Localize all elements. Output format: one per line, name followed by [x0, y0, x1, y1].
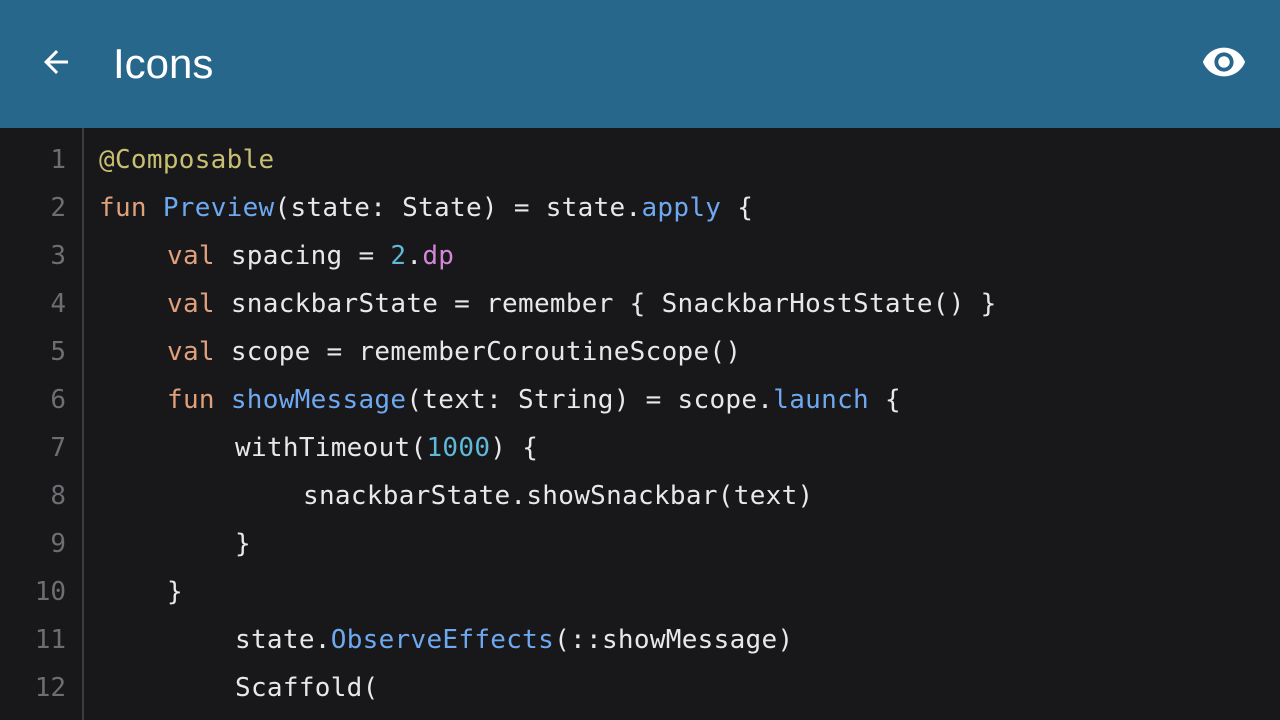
- code-token: @Composable: [99, 145, 275, 175]
- code-line[interactable]: snackbarState.showSnackbar(text): [303, 472, 814, 520]
- line-number: 3: [50, 241, 66, 271]
- arrow-back-icon: [38, 44, 74, 85]
- preview-button[interactable]: [1196, 36, 1252, 92]
- page-title: Icons: [113, 40, 214, 87]
- code-token: fun: [99, 193, 163, 223]
- code-token: 2: [390, 241, 407, 271]
- code-token: spacing =: [230, 241, 391, 271]
- line-number: 4: [50, 289, 66, 319]
- code-line[interactable]: fun showMessage(text: String) = scope.la…: [167, 376, 901, 424]
- code-token: val: [167, 289, 231, 319]
- code-token: {: [721, 193, 754, 223]
- code-line[interactable]: }: [235, 520, 251, 568]
- line-number: 8: [50, 481, 66, 511]
- code-token: {: [869, 385, 901, 415]
- line-number: 1: [50, 145, 66, 175]
- code-token: ObserveEffects: [330, 625, 555, 655]
- code-line[interactable]: fun Preview(state: State) = state.apply …: [99, 184, 753, 232]
- code-token: (text: String) = scope.: [406, 385, 774, 415]
- code-token: Preview: [162, 193, 275, 223]
- code-token: (::showMessage): [554, 625, 794, 655]
- code-token: Scaffold(: [235, 673, 379, 703]
- code-line[interactable]: val snackbarState = remember { SnackbarH…: [167, 280, 997, 328]
- code-line[interactable]: state.ObserveEffects(::showMessage): [235, 616, 793, 664]
- code-token: 1000: [426, 433, 491, 463]
- top-app-bar: Icons: [0, 0, 1280, 128]
- code-line[interactable]: Scaffold(: [235, 664, 379, 712]
- code-token: apply: [641, 193, 722, 223]
- code-token: .: [406, 241, 423, 271]
- line-number: 9: [50, 529, 66, 559]
- code-token: scope = rememberCoroutineScope(): [230, 337, 742, 367]
- code-line[interactable]: val spacing = 2.dp: [167, 232, 454, 280]
- code-line[interactable]: @Composable: [99, 136, 275, 184]
- line-number: 7: [50, 433, 66, 463]
- line-number: 2: [50, 193, 66, 223]
- code-token: }: [235, 529, 251, 559]
- line-number: 5: [50, 337, 66, 367]
- line-number: 6: [50, 385, 66, 415]
- code-token: val: [167, 337, 231, 367]
- code-token: dp: [422, 241, 455, 271]
- code-token: snackbarState.showSnackbar(text): [303, 481, 814, 511]
- code-line[interactable]: withTimeout(1000) {: [235, 424, 538, 472]
- line-number: 10: [34, 577, 66, 607]
- line-number-gutter: 1 2 3 4 5 6 7 8 9 10 11 12: [0, 128, 84, 720]
- code-token: state.: [235, 625, 331, 655]
- eye-icon: [1201, 39, 1247, 90]
- code-token: val: [167, 241, 231, 271]
- code-token: withTimeout(: [235, 433, 427, 463]
- code-token: launch: [773, 385, 869, 415]
- code-token: showMessage: [230, 385, 407, 415]
- code-token: fun: [167, 385, 231, 415]
- code-token: }: [167, 577, 183, 607]
- line-number: 11: [34, 625, 66, 655]
- line-number: 12: [34, 673, 66, 703]
- code-line[interactable]: val scope = rememberCoroutineScope(): [167, 328, 741, 376]
- code-token: (state: State) = state.: [274, 193, 642, 223]
- code-line[interactable]: }: [167, 568, 183, 616]
- back-button[interactable]: [28, 36, 84, 92]
- code-editor[interactable]: 1 2 3 4 5 6 7 8 9 10 11 12 @Composable fun Preview(s…: [0, 128, 1280, 720]
- code-token: snackbarState = remember { SnackbarHostS…: [230, 289, 997, 319]
- code-token: ) {: [490, 433, 539, 463]
